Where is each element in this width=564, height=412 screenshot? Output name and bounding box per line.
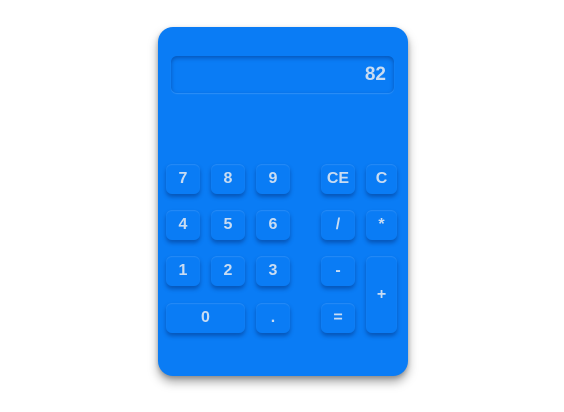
- key-5[interactable]: 5: [211, 210, 245, 240]
- equals-button[interactable]: =: [321, 303, 355, 333]
- subtract-button[interactable]: -: [321, 256, 355, 286]
- key-2[interactable]: 2: [211, 256, 245, 286]
- key-1[interactable]: 1: [166, 256, 200, 286]
- key-9[interactable]: 9: [256, 164, 290, 194]
- key-8[interactable]: 8: [211, 164, 245, 194]
- multiply-button[interactable]: *: [366, 210, 397, 240]
- key-7[interactable]: 7: [166, 164, 200, 194]
- clear-button[interactable]: C: [366, 164, 397, 194]
- decimal-button[interactable]: .: [256, 303, 290, 333]
- key-6[interactable]: 6: [256, 210, 290, 240]
- display: 82: [171, 56, 394, 93]
- divide-button[interactable]: /: [321, 210, 355, 240]
- key-0[interactable]: 0: [166, 303, 245, 333]
- add-button[interactable]: +: [366, 256, 397, 333]
- key-4[interactable]: 4: [166, 210, 200, 240]
- calculator: 82 7 8 9 CE C 4 5 6 / * 1 2 3 - + 0 . =: [158, 27, 408, 376]
- clear-entry-button[interactable]: CE: [321, 164, 355, 194]
- display-value: 82: [364, 64, 386, 85]
- key-3[interactable]: 3: [256, 256, 290, 286]
